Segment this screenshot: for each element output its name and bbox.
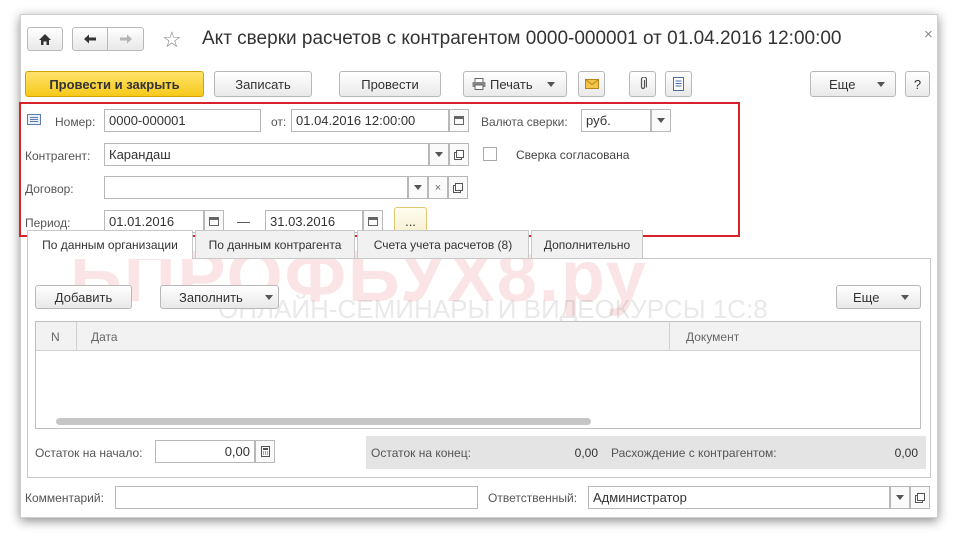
responsible-field[interactable]: Администратор: [588, 486, 890, 509]
calculator-icon: [260, 446, 270, 457]
active-tab-joint: [28, 257, 192, 259]
print-label: Печать: [490, 76, 533, 92]
attachments-button[interactable]: [629, 71, 656, 97]
save-button[interactable]: Записать: [214, 71, 312, 97]
print-button[interactable]: Печать: [463, 71, 567, 97]
calculator-button[interactable]: [255, 440, 275, 463]
tab-organization-data[interactable]: По данным организации: [27, 230, 193, 259]
column-divider: [76, 322, 77, 351]
post-and-close-button[interactable]: Провести и закрыть: [25, 71, 204, 97]
back-button[interactable]: [72, 27, 108, 51]
start-balance-field[interactable]: 0,00: [155, 440, 255, 463]
fill-label: Заполнить: [179, 289, 243, 305]
window-title: Акт сверки расчетов с контрагентом 0000-…: [202, 28, 842, 49]
difference-value: 0,00: [894, 446, 918, 460]
home-icon: [39, 33, 51, 45]
forward-button[interactable]: [107, 27, 144, 51]
report-button[interactable]: [665, 71, 692, 97]
home-button[interactable]: [27, 27, 63, 51]
more-button[interactable]: Еще: [810, 71, 896, 97]
column-header-n[interactable]: N: [51, 330, 60, 344]
arrow-right-icon: [119, 34, 132, 44]
post-button[interactable]: Провести: [339, 71, 441, 97]
tab-counterparty-data[interactable]: По данным контрагента: [195, 230, 355, 258]
send-email-button[interactable]: [578, 71, 605, 97]
more-label: Еще: [829, 76, 856, 92]
table-more-button[interactable]: Еще: [836, 285, 921, 309]
column-header-date[interactable]: Дата: [91, 330, 118, 344]
column-divider: [669, 322, 670, 351]
responsible-open-button[interactable]: [910, 486, 930, 509]
printer-icon: [472, 78, 486, 90]
envelope-icon: [584, 79, 599, 89]
difference-label: Расхождение с контрагентом:: [611, 446, 777, 460]
close-icon[interactable]: ×: [924, 26, 933, 43]
chevron-down-icon: [877, 81, 886, 87]
end-balance-value: 0,00: [574, 446, 598, 460]
chevron-down-icon: [264, 294, 273, 300]
end-balance-label: Остаток на конец:: [371, 446, 471, 460]
responsible-label: Ответственный:: [488, 491, 578, 505]
comment-label: Комментарий:: [25, 491, 104, 505]
help-button[interactable]: ?: [905, 71, 930, 97]
document-icon: [673, 77, 684, 91]
column-header-document[interactable]: Документ: [686, 330, 739, 344]
chevron-down-icon: [901, 294, 910, 300]
chevron-down-icon: [546, 81, 555, 87]
open-window-icon: [915, 492, 925, 503]
favorite-star-icon[interactable]: ☆: [162, 28, 186, 52]
fill-button[interactable]: Заполнить: [160, 285, 279, 309]
header-highlight-frame: [19, 102, 740, 237]
responsible-dropdown-button[interactable]: [890, 486, 910, 509]
start-balance-label: Остаток на начало:: [35, 446, 143, 460]
tab-accounts[interactable]: Счета учета расчетов (8): [357, 230, 529, 258]
arrow-left-icon: [84, 34, 96, 44]
table-more-label: Еще: [853, 289, 880, 305]
paperclip-icon: [640, 77, 647, 90]
table-header: [36, 322, 920, 351]
comment-field[interactable]: [115, 486, 478, 509]
horizontal-scrollbar[interactable]: [56, 418, 591, 425]
tab-additional[interactable]: Дополнительно: [531, 230, 643, 258]
chevron-down-icon: [896, 495, 904, 500]
add-button[interactable]: Добавить: [35, 285, 132, 309]
